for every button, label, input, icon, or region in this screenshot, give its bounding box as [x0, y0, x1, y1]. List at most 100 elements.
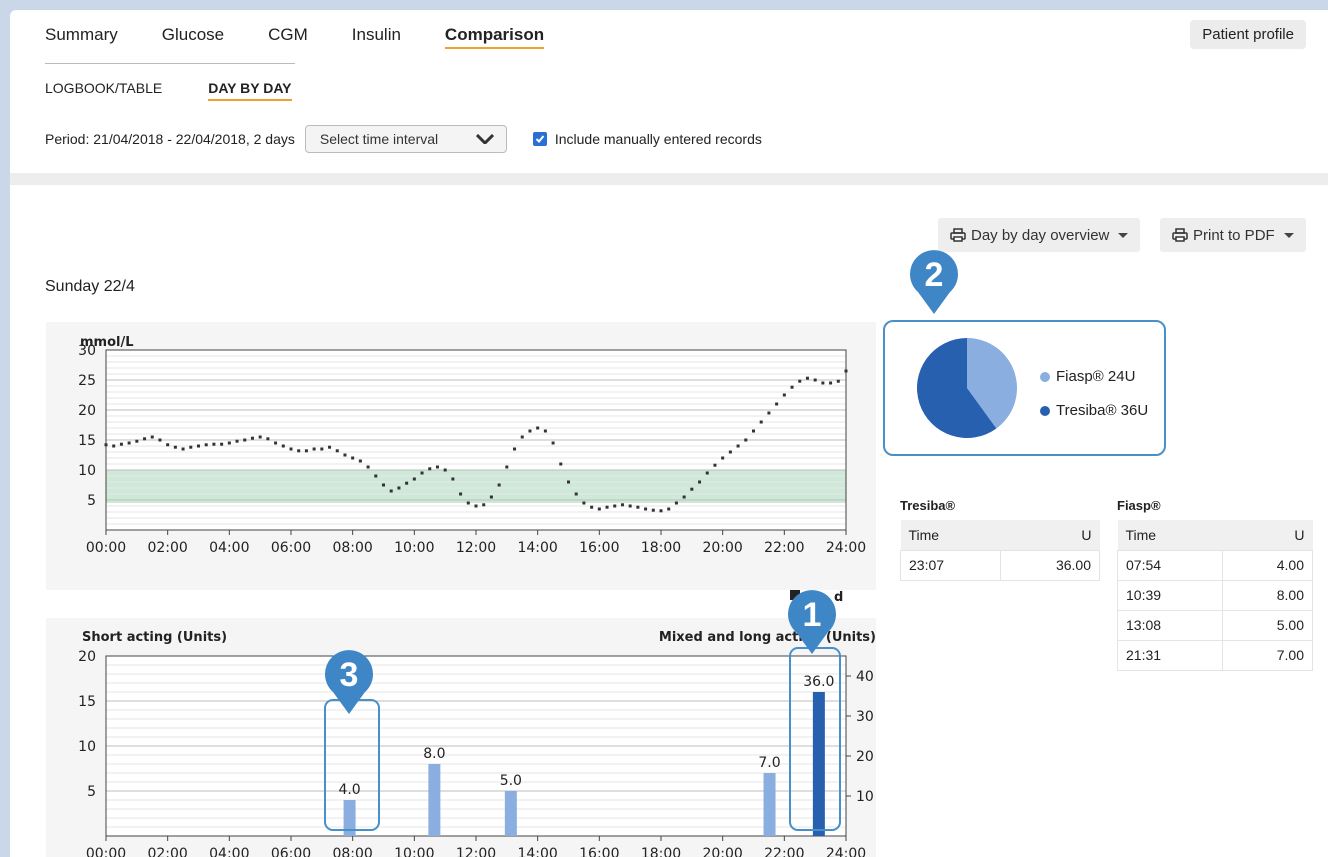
glucose-x-tick-label: 18:00: [641, 540, 681, 556]
tab-insulin[interactable]: Insulin: [352, 25, 401, 49]
glucose-y-tick-label: 5: [87, 493, 96, 509]
glucose-x-tick-label: 20:00: [702, 540, 742, 556]
insulin-bar-label: 36.0: [803, 674, 834, 690]
table-row: 23:07 36.00: [900, 549, 1100, 581]
chevron-down-icon: [475, 134, 494, 144]
glucose-data-point: [559, 462, 563, 466]
glucose-data-point: [405, 481, 409, 485]
tab-summary[interactable]: Summary: [45, 25, 118, 49]
glucose-data-point: [636, 505, 640, 509]
subtab-day-by-day[interactable]: DAY BY DAY: [208, 80, 292, 101]
glucose-data-point: [328, 445, 332, 449]
glucose-y-tick-label: 15: [78, 433, 96, 449]
glucose-data-point: [605, 505, 609, 509]
glucose-data-point: [227, 441, 231, 445]
glucose-data-point: [374, 474, 378, 478]
glucose-x-tick-label: 08:00: [332, 540, 372, 556]
cell-time: 10:39: [1116, 579, 1224, 611]
cell-units: 8.00: [1222, 579, 1313, 611]
insulin-right-axis-label: Mixed and long acting (Units): [659, 630, 876, 645]
glucose-data-point: [497, 483, 501, 487]
marker-2-label: 2: [924, 256, 944, 294]
glucose-data-point: [590, 505, 594, 509]
callout-marker-1: 1: [786, 590, 838, 656]
glucose-data-point: [158, 438, 162, 442]
time-interval-select[interactable]: Select time interval: [304, 125, 507, 153]
glucose-data-point: [698, 480, 702, 484]
glucose-data-point: [366, 465, 370, 469]
insulin-x-tick-label: 06:00: [271, 846, 311, 857]
glucose-data-point: [312, 447, 316, 451]
glucose-data-point: [459, 492, 463, 496]
glucose-data-point: [690, 487, 694, 491]
glucose-data-point: [520, 435, 524, 439]
include-manual-toggle[interactable]: Include manually entered records: [532, 131, 762, 147]
glucose-data-point: [220, 442, 224, 446]
cell-units: 4.00: [1222, 549, 1313, 581]
tab-cgm[interactable]: CGM: [268, 25, 308, 49]
tabs-divider: [45, 63, 295, 64]
glucose-data-point: [451, 477, 455, 481]
column-header-time: Time: [900, 520, 1000, 550]
include-manual-checkbox[interactable]: [532, 132, 547, 146]
glucose-data-point: [166, 443, 170, 447]
tresiba-table-title: Tresiba®: [900, 498, 956, 513]
main-sheet: Summary Glucose CGM Insulin Comparison P…: [10, 10, 1328, 857]
cell-units: 7.00: [1222, 639, 1313, 671]
glucose-data-point: [474, 504, 478, 508]
glucose-x-tick-label: 00:00: [86, 540, 126, 556]
insulin-x-tick-label: 16:00: [579, 846, 619, 857]
glucose-data-point: [435, 465, 439, 469]
glucose-data-point: [821, 381, 825, 385]
glucose-x-tick-label: 16:00: [579, 540, 619, 556]
marker-3-label: 3: [339, 656, 359, 694]
glucose-data-point: [705, 471, 709, 475]
fiasp-table-title: Fiasp®: [1117, 498, 1161, 513]
glucose-data-point: [351, 456, 355, 460]
legend-tresiba: Tresiba® 36U: [1040, 402, 1148, 419]
insulin-x-tick-label: 12:00: [456, 846, 496, 857]
glucose-x-tick-label: 02:00: [147, 540, 187, 556]
glucose-data-point: [597, 507, 601, 511]
glucose-data-point: [620, 503, 624, 507]
glucose-data-point: [304, 449, 308, 453]
day-by-day-overview-button[interactable]: Day by day overview: [938, 218, 1141, 252]
glucose-y-tick-label: 25: [78, 373, 96, 389]
print-to-pdf-button[interactable]: Print to PDF: [1160, 218, 1306, 252]
tab-comparison[interactable]: Comparison: [444, 25, 545, 49]
insulin-right-tick-label: 40: [856, 669, 874, 685]
glucose-x-tick-label: 06:00: [271, 540, 311, 556]
checkmark-icon: [535, 135, 545, 143]
glucose-data-point: [775, 402, 779, 406]
insulin-x-tick-label: 04:00: [209, 846, 249, 857]
cell-time: 21:31: [1116, 639, 1224, 671]
insulin-x-tick-label: 00:00: [86, 846, 126, 857]
glucose-data-point: [543, 429, 547, 433]
glucose-data-point: [274, 441, 278, 445]
cell-units: 5.00: [1222, 609, 1313, 641]
callout-marker-3: 3: [323, 650, 375, 716]
patient-profile-button[interactable]: Patient profile: [1190, 20, 1306, 49]
glucose-data-point: [513, 447, 517, 451]
period-label: Period: 21/04/2018 - 22/04/2018, 2 days: [45, 131, 295, 147]
glucose-data-point: [813, 378, 817, 382]
print-button-label: Print to PDF: [1193, 226, 1275, 244]
glucose-data-point: [297, 449, 301, 453]
legend-fiasp-label: Fiasp® 24U: [1056, 368, 1136, 385]
glucose-data-point: [736, 444, 740, 448]
glucose-data-point: [582, 501, 586, 505]
glucose-data-point: [443, 468, 447, 472]
glucose-x-tick-label: 04:00: [209, 540, 249, 556]
glucose-data-point: [197, 444, 200, 448]
glucose-data-point: [574, 492, 578, 496]
include-manual-label: Include manually entered records: [554, 131, 762, 147]
section-divider: [10, 173, 1328, 185]
glucose-data-point: [243, 438, 247, 442]
tab-glucose[interactable]: Glucose: [162, 25, 224, 49]
table-row: 07:54 4.00: [1116, 549, 1313, 581]
glucose-data-point: [682, 495, 686, 499]
subtab-logbook-table[interactable]: LOGBOOK/TABLE: [45, 80, 162, 101]
legend-tresiba-swatch: [1040, 405, 1050, 416]
glucose-data-point: [829, 381, 833, 385]
glucose-data-point: [397, 486, 401, 490]
